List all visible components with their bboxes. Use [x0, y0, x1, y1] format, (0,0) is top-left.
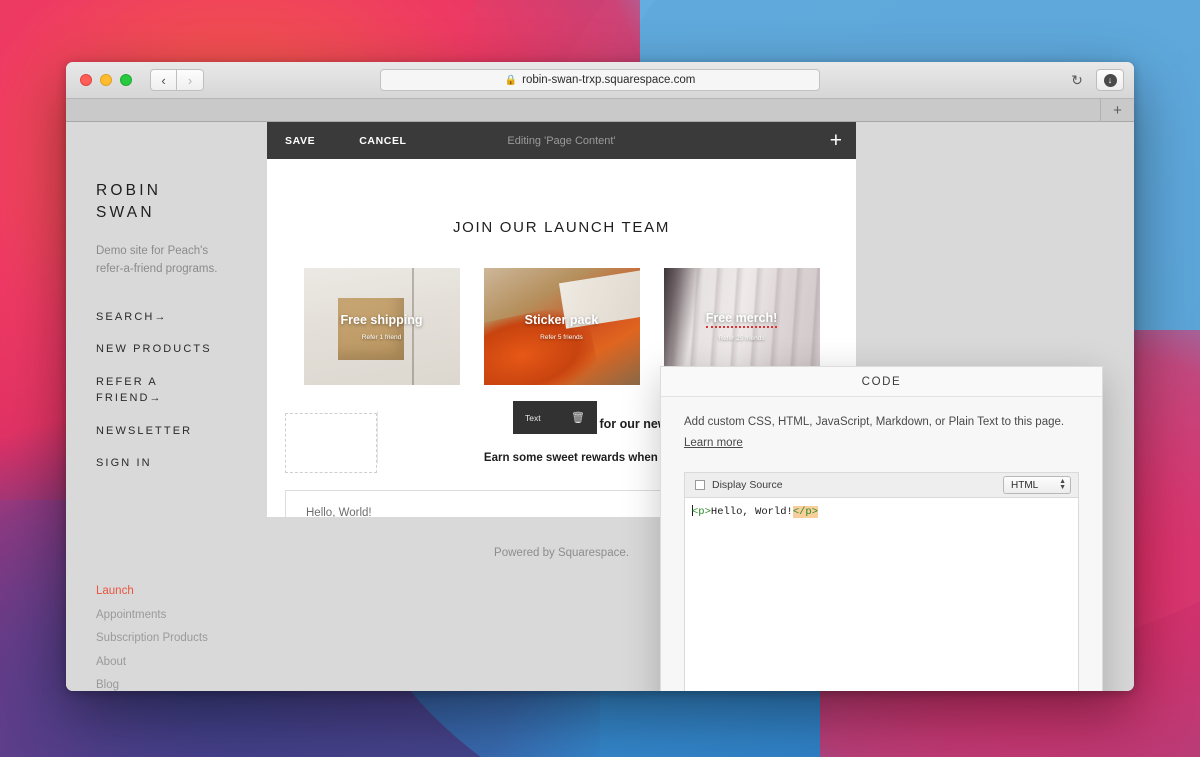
page-item-appointments[interactable]: Appointments [96, 609, 208, 621]
forward-icon[interactable]: › [177, 69, 204, 91]
site-nav: SEARCH→ NEW PRODUCTS REFER A FRIEND→ NEW… [96, 309, 267, 472]
lock-icon: 🔒 [504, 74, 518, 86]
code-open-tag: <p> [692, 506, 711, 519]
page-title: JOIN OUR LAUNCH TEAM [452, 219, 671, 236]
window-traffic-lights [80, 74, 132, 86]
titlebar-right-controls: ↻ ↓ [1066, 69, 1124, 91]
language-select-value: HTML [1011, 479, 1039, 491]
desktop-wallpaper: ‹ › 🔒 robin-swan-trxp.squarespace.com ↻ … [0, 0, 1200, 757]
back-icon[interactable]: ‹ [150, 69, 177, 91]
page-item-subscription-products[interactable]: Subscription Products [96, 632, 208, 644]
minimize-window-button[interactable] [100, 74, 112, 86]
reward-card-subtitle: Refer 5 friends [540, 333, 583, 341]
site-logo-line1: ROBIN [96, 182, 162, 199]
learn-more-link[interactable]: Learn more [684, 437, 743, 449]
trash-icon[interactable]: 🗑 [571, 411, 585, 424]
chevron-updown-icon: ▲ ▼ [1059, 478, 1066, 492]
reward-card-subtitle: Refer 1 friend [361, 333, 402, 341]
reward-card-title: Free merch! [705, 311, 778, 328]
page-item-blog[interactable]: Blog [96, 679, 208, 691]
close-window-button[interactable] [80, 74, 92, 86]
display-source-row[interactable]: Display Source [695, 479, 783, 491]
site-viewport: ROBIN SWAN Demo site for Peach's refer-a… [66, 122, 1134, 691]
page-list: Launch Appointments Subscription Product… [96, 585, 208, 691]
download-icon: ↓ [1103, 73, 1117, 87]
site-logo-line2: SWAN [96, 204, 155, 222]
nav-item-search[interactable]: SEARCH→ [96, 309, 216, 326]
browser-titlebar: ‹ › 🔒 robin-swan-trxp.squarespace.com ↻ … [66, 62, 1134, 99]
reload-icon[interactable]: ↻ [1066, 69, 1088, 91]
code-close-tag: </p> [792, 506, 819, 519]
code-editor[interactable]: <p>Hello, World!</p> [684, 497, 1079, 691]
block-tooltip[interactable]: Text 🗑 [513, 401, 597, 434]
reward-card-title: Sticker pack [524, 312, 599, 327]
reward-card[interactable]: Free shipping Refer 1 friend [303, 268, 460, 385]
editor-toolbar: SAVE CANCEL Editing 'Page Content' + [267, 122, 856, 159]
save-button[interactable]: SAVE [279, 131, 321, 151]
reward-card-title: Free shipping [340, 312, 423, 327]
empty-block-placeholder[interactable] [285, 413, 377, 473]
code-modal-body: Add custom CSS, HTML, JavaScript, Markdo… [661, 397, 1102, 691]
browser-window: ‹ › 🔒 robin-swan-trxp.squarespace.com ↻ … [66, 62, 1134, 691]
code-inner-text: Hello, World! [710, 506, 793, 519]
nav-item-newsletter[interactable]: NEWSLETTER [96, 423, 216, 440]
maximize-window-button[interactable] [120, 74, 132, 86]
reward-card-subtitle: Refer 25 friends [718, 335, 765, 342]
code-modal-title: CODE [661, 367, 1102, 398]
url-text: robin-swan-trxp.squarespace.com [522, 74, 696, 86]
new-tab-icon[interactable]: + [1100, 99, 1134, 122]
display-source-checkbox[interactable] [695, 480, 705, 491]
nav-item-sign-in[interactable]: SIGN IN [96, 455, 216, 472]
nav-item-refer-a-friend[interactable]: REFER A FRIEND→ [96, 374, 216, 407]
cancel-button[interactable]: CANCEL [353, 131, 412, 151]
block-tooltip-label: Text [525, 412, 541, 423]
downloads-button[interactable]: ↓ [1096, 69, 1124, 91]
display-source-label: Display Source [712, 479, 783, 492]
page-item-launch[interactable]: Launch [96, 585, 208, 597]
browser-tabstrip: + [66, 99, 1134, 122]
editor-status-text: Editing 'Page Content' [507, 134, 616, 147]
language-select[interactable]: HTML ▲ ▼ [1003, 476, 1071, 495]
code-modal: CODE Add custom CSS, HTML, JavaScript, M… [660, 366, 1103, 691]
add-block-icon[interactable]: + [830, 130, 842, 151]
nav-item-new-products[interactable]: NEW PRODUCTS [96, 341, 216, 358]
address-bar[interactable]: 🔒 robin-swan-trxp.squarespace.com [380, 69, 820, 91]
page-item-about[interactable]: About [96, 656, 208, 668]
code-editor-toolbar: Display Source HTML ▲ ▼ [684, 472, 1079, 498]
site-logo: ROBIN SWAN [96, 180, 267, 225]
navigation-buttons: ‹ › [150, 69, 204, 91]
reward-card[interactable]: Sticker pack Refer 5 friends [483, 268, 640, 385]
site-tagline: Demo site for Peach's refer-a-friend pro… [96, 244, 218, 275]
code-modal-description: Add custom CSS, HTML, JavaScript, Markdo… [684, 416, 1065, 429]
